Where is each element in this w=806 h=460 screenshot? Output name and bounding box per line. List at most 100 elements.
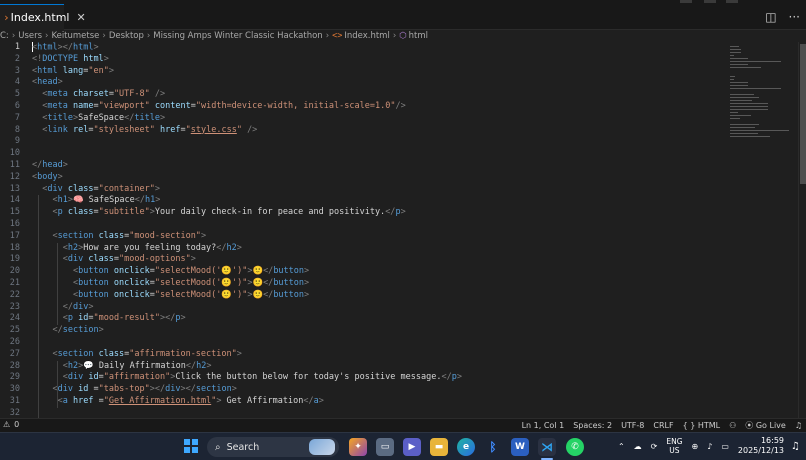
problems-count[interactable]: 0 [14,420,19,429]
code-line[interactable]: </section> [32,325,722,337]
minimap[interactable] [726,42,798,162]
code-line[interactable]: <button onclick="selectMood('🙂')">🙂</but… [32,278,722,290]
battery-icon[interactable]: ▭ [721,442,729,451]
code-line[interactable]: <link rel="stylesheet" href="style.css" … [32,125,722,137]
code-line[interactable]: <title>SafeSpace</title> [32,113,722,125]
code-token: class [67,183,94,194]
scrollbar-thumb[interactable] [800,44,806,184]
code-line[interactable]: <div class="mood-options"> [32,254,722,266]
code-line[interactable]: <meta charset="UTF-8" /> [32,89,722,101]
bluetooth-icon[interactable]: ᛒ [484,438,502,456]
code-line[interactable] [32,136,722,148]
line-number: 4 [14,77,20,88]
code-line[interactable]: <body> [32,172,722,184]
network-icon[interactable]: ⊕ [692,442,699,451]
split-editor-icon[interactable]: ◫ [765,10,776,24]
code-token: > [160,112,166,123]
code-line[interactable]: </div> [32,302,722,314]
code-token: 🙂 [252,266,264,277]
input-language[interactable]: ENG US [666,437,682,455]
breadcrumb-item[interactable]: Users [18,31,42,41]
code-token: 🙂 [252,277,264,288]
code-token: /> [247,124,258,135]
code-line[interactable]: <p class="subtitle">Your daily check-in … [32,207,722,219]
code-editor[interactable]: 1 2 3 4 5 6 7 8 9 10 11 12 13 14 15 16 17 18 19 20 21 22 23 24 2… [0,42,806,418]
code-token: > [304,289,310,300]
code-line[interactable]: <button onclick="selectMood('🙂')">🙂</but… [32,290,722,302]
code-line[interactable]: <section class="affirmation-section"> [32,349,722,361]
code-token: How are you feeling today? [83,242,217,253]
more-actions-icon[interactable]: ··· [789,10,800,24]
chevron-up-icon[interactable]: ⌃ [618,442,625,451]
vertical-scrollbar[interactable] [798,42,806,418]
line-ending[interactable]: CRLF [653,421,673,430]
encoding[interactable]: UTF-8 [621,421,644,430]
copilot-app-icon[interactable]: ✦ [349,438,367,456]
code-line[interactable] [32,408,722,418]
code-token: "stylesheet" [93,124,155,135]
code-line[interactable]: <!DOCTYPE html> [32,54,722,66]
code-area[interactable]: <html></html> <!DOCTYPE html> <html lang="… [32,42,722,418]
code-line[interactable]: <button onclick="selectMood('🙂')">🙂</but… [32,266,722,278]
code-line[interactable]: <html></html> [32,42,722,54]
code-line[interactable] [32,148,722,160]
line-number: 17 [9,230,20,241]
code-token: button [78,289,109,300]
code-line[interactable] [32,219,722,231]
notification-bell-icon[interactable]: ♫ [791,441,800,452]
copilot-icon[interactable]: ⚇ [729,421,736,430]
code-token: DOCTYPE [42,53,79,64]
code-line[interactable]: <h2>💬 Daily Affirmation</h2> [32,361,722,373]
code-line[interactable]: </head> [32,160,722,172]
word-app-icon[interactable]: W [511,438,529,456]
code-line[interactable]: <h2>How are you feeling today?</h2> [32,243,722,255]
code-line[interactable]: <h1>🧠 SafeSpace</h1> [32,195,722,207]
file-explorer-icon[interactable]: ▬ [430,438,448,456]
start-button[interactable] [184,439,198,453]
breadcrumb-item[interactable]: Index.html [344,31,389,41]
code-line[interactable]: <div id="affirmation">Click the button b… [32,372,722,384]
whatsapp-icon[interactable]: ✆ [566,438,584,456]
code-line[interactable]: <head> [32,77,722,89]
cloud-icon[interactable]: ☁ [634,442,642,451]
taskbar-search[interactable]: ⌕ Search [207,437,339,457]
breadcrumb-item[interactable]: C: [0,31,9,41]
task-view-icon[interactable]: ▭ [376,438,394,456]
sync-icon[interactable]: ⟳ [651,442,658,451]
code-token: 🙂 [252,289,264,300]
breadcrumb-item[interactable]: Keitumetse [51,31,99,41]
code-token: class [98,230,125,241]
breadcrumb-item[interactable]: html [409,31,428,41]
warning-icon[interactable]: ⚠ [3,420,10,429]
code-line[interactable]: <html lang="en"> [32,66,722,78]
language-mode[interactable]: { } HTML [683,421,721,430]
close-icon[interactable]: ✕ [76,11,85,24]
indentation[interactable]: Spaces: 2 [573,421,612,430]
breadcrumb-item[interactable]: Desktop [109,31,144,41]
code-line[interactable]: <a href ="Get Affirmation.html"> Get Aff… [32,396,722,408]
teams-meet-icon[interactable]: ▶ [403,438,421,456]
line-number: 9 [14,136,20,147]
vscode-app-icon[interactable]: ⋊ [538,438,556,456]
line-number: 14 [9,195,20,206]
go-live-button[interactable]: ⦿ Go Live [745,420,786,431]
tab-index-html[interactable]: › Index.html ✕ [0,4,86,30]
breadcrumb-item[interactable]: Missing Amps Winter Classic Hackathon [153,31,322,41]
code-line[interactable]: <div id ="tabs-top"></div></section> [32,384,722,396]
window-control-ghost [704,0,716,3]
cursor-position[interactable]: Ln 1, Col 1 [522,421,565,430]
line-number: 8 [14,124,20,135]
code-line[interactable]: <meta name="viewport" content="width=dev… [32,101,722,113]
code-line[interactable]: <p id="mood-result"></p> [32,313,722,325]
edge-browser-icon[interactable]: e [457,438,475,456]
clock[interactable]: 16:59 2025/12/13 [738,436,784,456]
code-line[interactable]: <section class="mood-section"> [32,231,722,243]
code-line[interactable] [32,337,722,349]
minimap-line [730,106,768,107]
volume-icon[interactable]: ♪ [707,442,712,451]
code-line[interactable]: <div class="container"> [32,184,722,196]
bell-icon[interactable]: ♫ [795,421,802,430]
